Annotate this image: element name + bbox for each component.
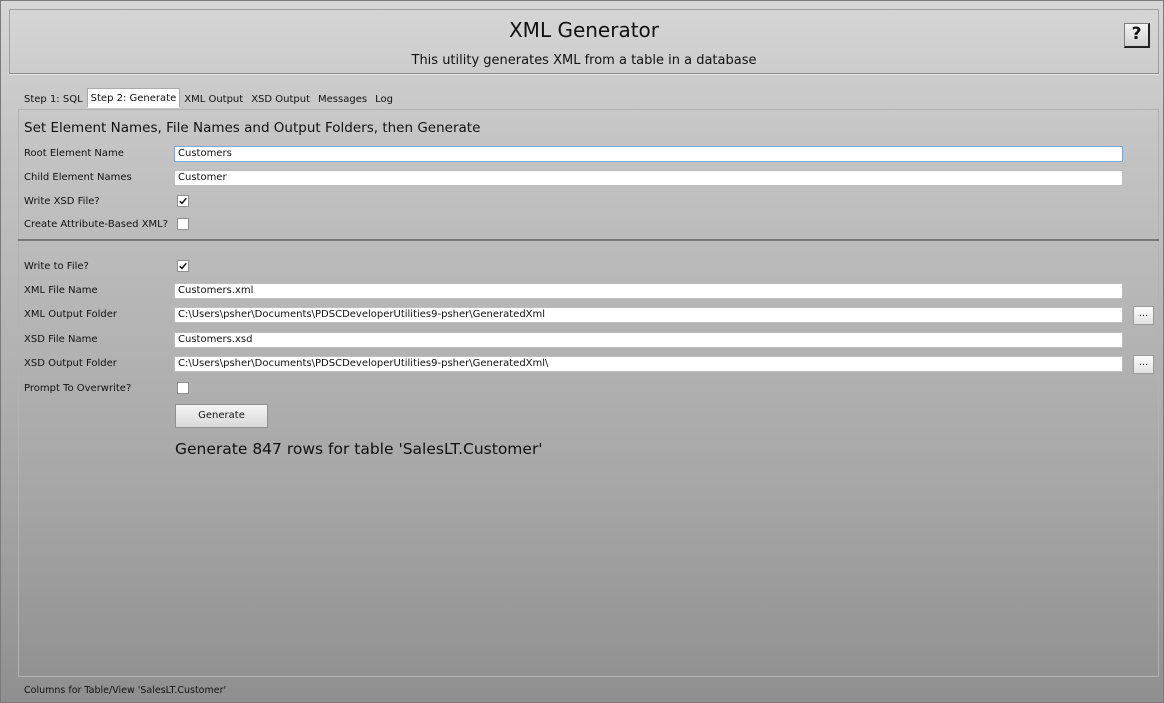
xsd-file-name-label: XSD File Name: [24, 334, 98, 345]
prompt-overwrite-label: Prompt To Overwrite?: [24, 383, 132, 394]
generate-button[interactable]: Generate: [175, 404, 268, 428]
app-subtitle: This utility generates XML from a table …: [411, 53, 757, 68]
checkmark-icon: [179, 262, 187, 270]
prompt-overwrite-checkbox[interactable]: [177, 382, 189, 394]
xsd-output-folder-label: XSD Output Folder: [24, 358, 117, 369]
attribute-based-label: Create Attribute-Based XML?: [24, 219, 169, 230]
tab-xsd-output[interactable]: XSD Output: [247, 90, 314, 107]
attribute-based-checkbox[interactable]: [177, 218, 189, 230]
header-divider: [9, 73, 1159, 75]
child-element-label: Child Element Names: [24, 172, 132, 183]
xsd-file-name-input[interactable]: Customers.xsd: [174, 332, 1123, 348]
checkmark-icon: [179, 197, 187, 205]
xml-file-name-label: XML File Name: [24, 285, 98, 296]
tab-log[interactable]: Log: [371, 90, 397, 107]
root-element-input[interactable]: Customers: [174, 146, 1123, 162]
write-to-file-checkbox[interactable]: [177, 260, 189, 272]
tab-messages[interactable]: Messages: [314, 90, 371, 107]
tab-content-panel: [18, 109, 1159, 677]
section-heading: Set Element Names, File Names and Output…: [24, 120, 481, 136]
xml-folder-browse-button[interactable]: ...: [1133, 306, 1154, 325]
app-title: XML Generator: [508, 18, 660, 42]
app-window: XML Generator This utility generates XML…: [0, 0, 1164, 703]
child-element-input[interactable]: Customer: [174, 170, 1123, 186]
section-divider: [18, 239, 1159, 241]
status-bar-text: Columns for Table/View 'SalesLT.Customer…: [24, 685, 227, 696]
app-header: XML Generator This utility generates XML…: [9, 9, 1159, 73]
xml-output-folder-input[interactable]: C:\Users\psher\Documents\PDSCDeveloperUt…: [174, 307, 1123, 323]
tab-xml-output[interactable]: XML Output: [180, 90, 247, 107]
write-to-file-label: Write to File?: [24, 261, 89, 272]
help-button[interactable]: ?: [1124, 23, 1150, 48]
root-element-label: Root Element Name: [24, 148, 124, 159]
write-xsd-label: Write XSD File?: [24, 196, 100, 207]
xml-output-folder-label: XML Output Folder: [24, 309, 118, 320]
xml-file-name-input[interactable]: Customers.xml: [174, 283, 1123, 299]
result-message: Generate 847 rows for table 'SalesLT.Cus…: [175, 440, 543, 458]
tab-strip: Step 1: SQL Step 2: Generate XML Output …: [20, 88, 397, 109]
xsd-folder-browse-button[interactable]: ...: [1133, 355, 1154, 374]
tab-step2-generate[interactable]: Step 2: Generate: [86, 88, 181, 108]
xsd-output-folder-input[interactable]: C:\Users\psher\Documents\PDSCDeveloperUt…: [174, 356, 1123, 372]
write-xsd-checkbox[interactable]: [177, 195, 189, 207]
tab-step1-sql[interactable]: Step 1: SQL: [20, 90, 87, 107]
